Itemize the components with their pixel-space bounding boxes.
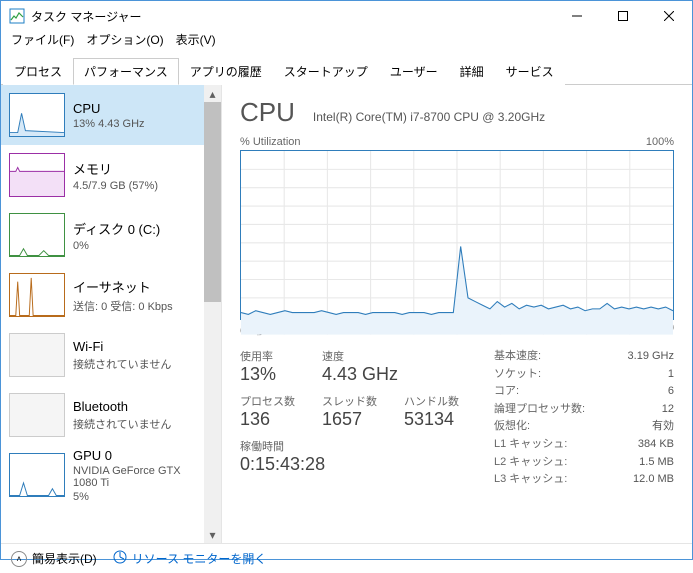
threads-label: スレッド数 xyxy=(322,393,382,409)
fewer-details-button[interactable]: ˄ 簡易表示(D) xyxy=(11,550,97,567)
speed-label: 速度 xyxy=(322,348,398,364)
scroll-thumb[interactable] xyxy=(204,102,221,302)
tab-processes[interactable]: プロセス xyxy=(3,58,73,85)
sidebar-item-sub: 4.5/7.9 GB (57%) xyxy=(73,180,158,192)
sidebar-item-label: イーサネット xyxy=(73,277,173,296)
sidebar-item-label: メモリ xyxy=(73,159,158,178)
footer: ˄ 簡易表示(D) リソース モニターを開く xyxy=(1,543,692,573)
sidebar-item-sub: 接続されていません xyxy=(73,356,171,372)
sidebar: CPU 13% 4.43 GHz メモリ 4.5/7.9 GB (57%) xyxy=(1,85,222,543)
usage-label: 使用率 xyxy=(240,348,300,364)
bluetooth-thumb xyxy=(9,393,65,437)
minimize-button[interactable] xyxy=(554,1,600,31)
scroll-up-icon[interactable]: ▴ xyxy=(204,85,221,102)
threads-value: 1657 xyxy=(322,409,382,430)
tab-users[interactable]: ユーザー xyxy=(379,58,449,85)
speed-value: 4.43 GHz xyxy=(322,364,398,385)
tab-services[interactable]: サービス xyxy=(495,58,565,85)
resource-monitor-link[interactable]: リソース モニターを開く xyxy=(113,550,267,567)
menu-options[interactable]: オプション(O) xyxy=(82,31,167,51)
menubar: ファイル(F) オプション(O) 表示(V) xyxy=(1,31,692,51)
gpu-thumb xyxy=(9,453,65,497)
memory-thumb xyxy=(9,153,65,197)
wifi-thumb xyxy=(9,333,65,377)
uptime-value: 0:15:43:28 xyxy=(240,454,325,475)
sidebar-item-label: GPU 0 xyxy=(73,448,196,463)
window-title: タスク マネージャー xyxy=(31,8,554,25)
tab-startup[interactable]: スタートアップ xyxy=(273,58,379,85)
disk-thumb xyxy=(9,213,65,257)
close-button[interactable] xyxy=(646,1,692,31)
sidebar-item-sub: 送信: 0 受信: 0 Kbps xyxy=(73,298,173,314)
ethernet-thumb xyxy=(9,273,65,317)
menu-view[interactable]: 表示(V) xyxy=(172,31,220,51)
main-panel: CPU Intel(R) Core(TM) i7-8700 CPU @ 3.20… xyxy=(222,85,692,543)
sidebar-item-wifi[interactable]: Wi-Fi 接続されていません xyxy=(1,325,204,385)
procs-label: プロセス数 xyxy=(240,393,300,409)
maximize-button[interactable] xyxy=(600,1,646,31)
sidebar-item-gpu[interactable]: GPU 0 NVIDIA GeForce GTX 1080 Ti 5% xyxy=(1,445,204,505)
handles-label: ハンドル数 xyxy=(404,393,464,409)
sidebar-item-disk[interactable]: ディスク 0 (C:) 0% xyxy=(1,205,204,265)
sidebar-item-label: ディスク 0 (C:) xyxy=(73,219,160,238)
sidebar-item-sub: 0% xyxy=(73,240,160,252)
procs-value: 136 xyxy=(240,409,300,430)
tab-performance[interactable]: パフォーマンス xyxy=(73,58,179,85)
page-title: CPU xyxy=(240,97,295,128)
cpu-thumb xyxy=(9,93,65,137)
sidebar-item-label: Wi-Fi xyxy=(73,339,171,354)
app-icon xyxy=(9,8,25,24)
uptime-label: 稼働時間 xyxy=(240,438,325,454)
titlebar: タスク マネージャー xyxy=(1,1,692,31)
sidebar-item-memory[interactable]: メモリ 4.5/7.9 GB (57%) xyxy=(1,145,204,205)
handles-value: 53134 xyxy=(404,409,464,430)
sidebar-item-label: CPU xyxy=(73,101,145,116)
menu-file[interactable]: ファイル(F) xyxy=(7,31,78,51)
cpu-chart xyxy=(240,150,674,320)
tab-app-history[interactable]: アプリの履歴 xyxy=(179,58,273,85)
sidebar-item-ethernet[interactable]: イーサネット 送信: 0 受信: 0 Kbps xyxy=(1,265,204,325)
cpu-info: 基本速度:3.19 GHz ソケット:1 コア:6 論理プロセッサ数:12 仮想… xyxy=(494,348,674,489)
sidebar-item-sub: 13% 4.43 GHz xyxy=(73,118,145,130)
sidebar-item-cpu[interactable]: CPU 13% 4.43 GHz xyxy=(1,85,204,145)
cpu-model: Intel(R) Core(TM) i7-8700 CPU @ 3.20GHz xyxy=(313,110,545,124)
usage-value: 13% xyxy=(240,364,300,385)
resmon-icon xyxy=(113,550,127,567)
sidebar-item-label: Bluetooth xyxy=(73,399,171,414)
scrollbar[interactable]: ▴ ▾ xyxy=(204,85,221,543)
tab-details[interactable]: 詳細 xyxy=(449,58,495,85)
tabbar: プロセス パフォーマンス アプリの履歴 スタートアップ ユーザー 詳細 サービス xyxy=(1,57,692,85)
scroll-down-icon[interactable]: ▾ xyxy=(204,526,221,543)
sidebar-item-sub2: 5% xyxy=(73,491,196,503)
chart-ylabel: % Utilization xyxy=(240,136,301,148)
sidebar-item-sub: NVIDIA GeForce GTX 1080 Ti xyxy=(73,465,196,489)
chevron-up-icon: ˄ xyxy=(11,551,27,567)
chart-ymax: 100% xyxy=(646,136,674,148)
sidebar-item-bluetooth[interactable]: Bluetooth 接続されていません xyxy=(1,385,204,445)
sidebar-item-sub: 接続されていません xyxy=(73,416,171,432)
